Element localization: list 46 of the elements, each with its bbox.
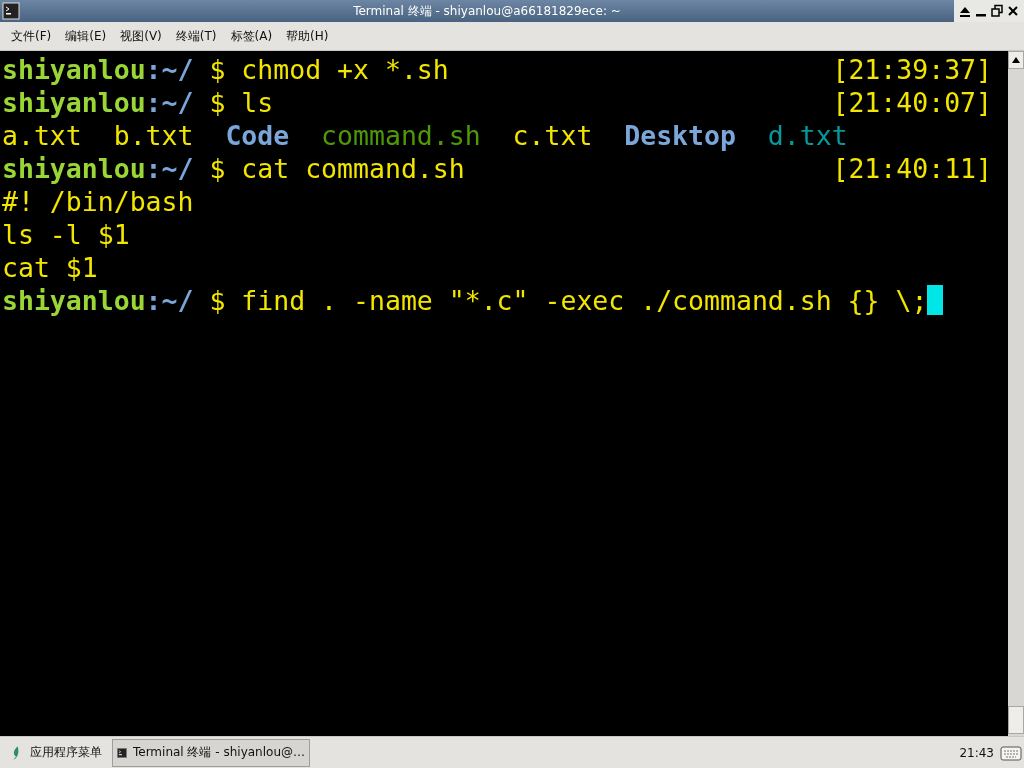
- menu-item[interactable]: 标签(A): [223, 24, 280, 48]
- prompt-user: shiyanlou: [2, 284, 146, 317]
- prompt-sign: $: [209, 152, 226, 185]
- maximize-icon[interactable]: [990, 4, 1004, 18]
- file-name: Desktop: [624, 119, 736, 152]
- file-name: b.txt: [113, 119, 194, 152]
- taskbar-task[interactable]: Terminal 终端 - shiyanlou@…: [112, 738, 310, 767]
- command-text: find . -name "*.c" -exec ./command.sh {} \;: [241, 284, 928, 317]
- prompt-sign: $: [209, 284, 226, 317]
- app-menu-button[interactable]: 应用程序菜单: [0, 738, 112, 767]
- prompt-sign: $: [209, 53, 226, 86]
- prompt-sign: $: [209, 86, 226, 119]
- prompt-user: shiyanlou: [2, 53, 146, 86]
- scroll-thumb[interactable]: [1008, 706, 1024, 734]
- timestamp: [21:40:11]: [832, 152, 992, 185]
- command-text: chmod +x *.sh: [241, 53, 449, 86]
- clock: 21:43: [959, 745, 994, 760]
- prompt-user: shiyanlou: [2, 86, 146, 119]
- prompt-user: shiyanlou: [2, 152, 146, 185]
- command-text: cat command.sh: [241, 152, 465, 185]
- menu-item[interactable]: 编辑(E): [58, 24, 114, 48]
- close-icon[interactable]: [1006, 4, 1020, 18]
- output-text: ls -l $1: [2, 218, 130, 251]
- file-name: c.txt: [512, 119, 593, 152]
- file-name: d.txt: [767, 119, 848, 152]
- terminal-icon[interactable]: [2, 2, 20, 20]
- file-name: command.sh: [321, 119, 481, 152]
- command-text: ls: [241, 86, 274, 119]
- file-name: a.txt: [2, 119, 82, 152]
- menu-item[interactable]: 文件(F): [4, 24, 59, 48]
- file-name: Code: [225, 119, 290, 152]
- menu-item[interactable]: 视图(V): [113, 24, 169, 48]
- prompt-path: :~/: [145, 284, 194, 317]
- prompt-path: :~/: [145, 86, 194, 119]
- timestamp: [21:39:37]: [832, 53, 992, 86]
- output-text: cat $1: [2, 251, 98, 284]
- menu-item[interactable]: 帮助(H): [279, 24, 336, 48]
- menu-item[interactable]: 终端(T): [168, 24, 224, 48]
- prompt-path: :~/: [145, 53, 194, 86]
- window-title: Terminal 终端 - shiyanlou@a66181829ece: ~: [352, 2, 622, 20]
- scrollbar[interactable]: [1008, 51, 1024, 736]
- up-arrow-icon: [1012, 57, 1020, 63]
- prompt-path: :~/: [145, 152, 194, 185]
- timestamp: [21:40:07]: [832, 86, 992, 119]
- scroll-up-button[interactable]: [1008, 51, 1024, 69]
- output-text: #! /bin/bash: [2, 185, 194, 218]
